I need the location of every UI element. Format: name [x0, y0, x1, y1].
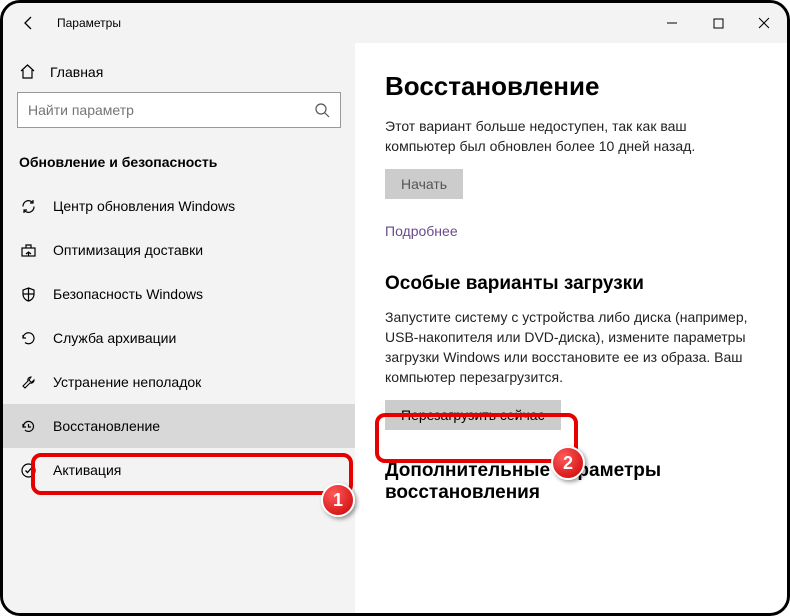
sidebar-item-delivery-optimization[interactable]: Оптимизация доставки	[3, 228, 355, 272]
learn-more-link[interactable]: Подробнее	[385, 223, 458, 239]
search-input-container[interactable]	[17, 92, 341, 128]
sidebar-item-activation[interactable]: Активация	[3, 448, 355, 492]
nav-label: Оптимизация доставки	[53, 242, 203, 258]
advanced-startup-title: Особые варианты загрузки	[385, 273, 757, 295]
settings-window: Параметры Главная	[0, 0, 790, 616]
window-title: Параметры	[57, 16, 121, 30]
delivery-icon	[19, 241, 37, 259]
start-button[interactable]: Начать	[385, 169, 463, 199]
close-button[interactable]	[741, 3, 787, 43]
page-title: Восстановление	[385, 71, 757, 102]
backup-icon	[19, 329, 37, 347]
main-content: Восстановление Этот вариант больше недос…	[355, 43, 787, 613]
sidebar-item-windows-update[interactable]: Центр обновления Windows	[3, 184, 355, 228]
sidebar: Главная Обновление и безопасность Центр …	[3, 43, 355, 613]
check-circle-icon	[19, 461, 37, 479]
shield-icon	[19, 285, 37, 303]
sidebar-item-home[interactable]: Главная	[3, 57, 355, 92]
sidebar-item-recovery[interactable]: Восстановление	[3, 404, 355, 448]
nav-label: Устранение неполадок	[53, 374, 201, 390]
titlebar: Параметры	[3, 3, 787, 43]
search-input[interactable]	[28, 102, 314, 118]
window-controls	[649, 3, 787, 43]
sidebar-section-title: Обновление и безопасность	[3, 148, 355, 184]
maximize-button[interactable]	[695, 3, 741, 43]
back-button[interactable]	[15, 9, 43, 37]
search-icon	[314, 102, 330, 118]
content-area: Главная Обновление и безопасность Центр …	[3, 43, 787, 613]
nav-label: Активация	[53, 462, 121, 478]
sidebar-item-troubleshoot[interactable]: Устранение неполадок	[3, 360, 355, 404]
advanced-startup-text: Запустите систему с устройства либо диск…	[385, 307, 757, 388]
home-label: Главная	[50, 64, 103, 80]
minimize-button[interactable]	[649, 3, 695, 43]
sidebar-item-backup[interactable]: Служба архивации	[3, 316, 355, 360]
sidebar-item-windows-security[interactable]: Безопасность Windows	[3, 272, 355, 316]
wrench-icon	[19, 373, 37, 391]
annotation-badge-2: 2	[551, 446, 585, 480]
annotation-badge-1: 1	[321, 483, 355, 517]
sync-icon	[19, 197, 37, 215]
recovery-unavailable-text: Этот вариант больше недоступен, так как …	[385, 116, 757, 157]
history-icon	[19, 417, 37, 435]
restart-now-button[interactable]: Перезагрузить сейчас	[385, 400, 561, 430]
nav-label: Центр обновления Windows	[53, 198, 235, 214]
home-icon	[19, 63, 36, 80]
nav-label: Безопасность Windows	[53, 286, 203, 302]
nav-label: Служба архивации	[53, 330, 176, 346]
nav-label: Восстановление	[53, 418, 160, 434]
